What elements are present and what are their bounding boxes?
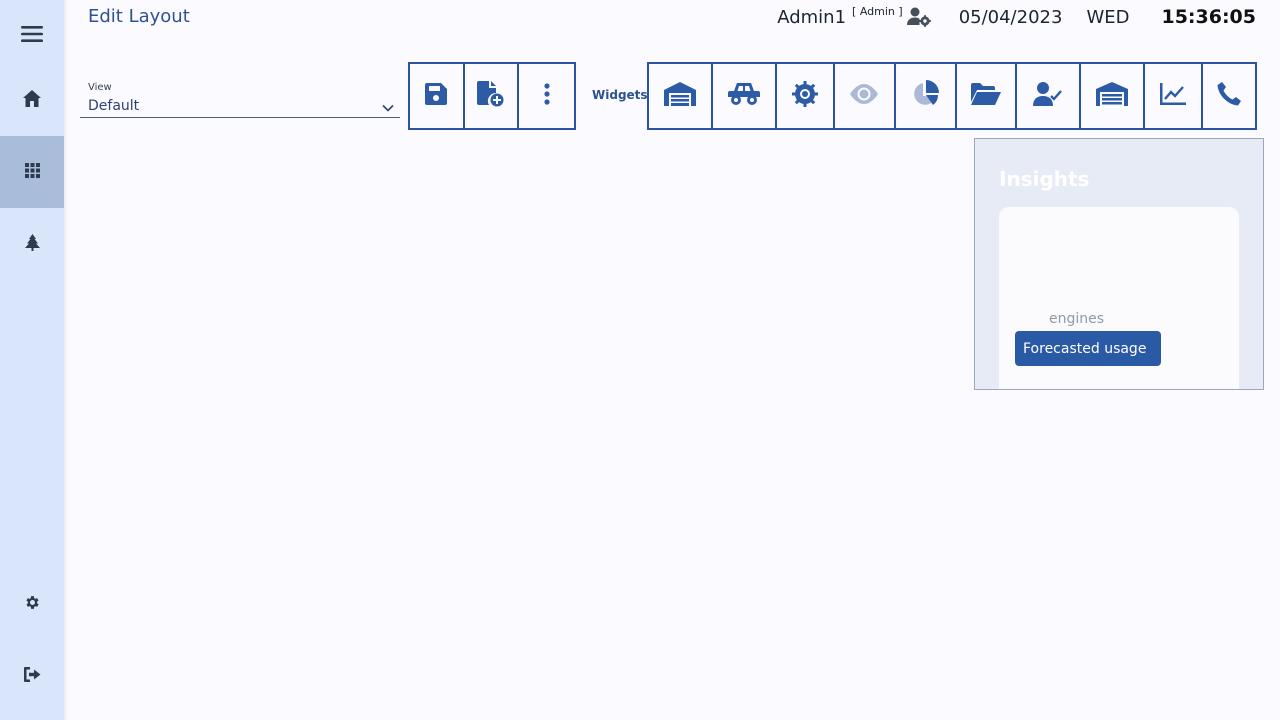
- warehouse-icon: [1096, 82, 1129, 110]
- insights-card: engines Forecasted usage: [999, 207, 1239, 389]
- menu-button[interactable]: [0, 0, 64, 72]
- forecasted-usage-button[interactable]: Forecasted usage: [1015, 331, 1161, 366]
- phone-icon: [1217, 82, 1242, 110]
- chevron-down-icon: [382, 97, 394, 116]
- current-time: 15:36:05: [1161, 6, 1256, 28]
- save-icon: [425, 83, 448, 109]
- sidebar-shadow: [64, 0, 68, 720]
- widget-view-button[interactable]: [835, 64, 896, 128]
- folder-open-icon: [970, 83, 1001, 109]
- home-icon: [23, 89, 41, 111]
- current-weekday: WED: [1086, 6, 1130, 28]
- widget-engine-button[interactable]: [777, 64, 835, 128]
- pie-chart-icon: [911, 80, 940, 112]
- widget-vehicle-button[interactable]: [713, 64, 777, 128]
- page-title: Edit Layout: [88, 6, 190, 27]
- gear-icon: [24, 594, 41, 615]
- sidebar-item-home[interactable]: [0, 64, 64, 136]
- widget-line-chart-button[interactable]: [1145, 64, 1204, 128]
- sidebar-item-tree[interactable]: [0, 208, 64, 280]
- menu-icon: [21, 24, 43, 48]
- cog-icon: [791, 81, 818, 111]
- header-user-info: Admin1 [ Admin ] 05/04/2023 WED 15:36:05: [777, 4, 1256, 30]
- sidebar-item-logout[interactable]: [0, 640, 64, 712]
- tree-icon: [24, 233, 40, 255]
- layout-actions-toolbar: [408, 62, 576, 130]
- view-select-value: Default: [88, 98, 140, 114]
- widgets-label: Widgets: [592, 88, 648, 102]
- widget-phone-button[interactable]: [1203, 64, 1255, 128]
- sidebar-item-settings[interactable]: [0, 568, 64, 640]
- engines-label: engines: [1049, 311, 1105, 327]
- insights-widget-preview[interactable]: Insights engines Forecasted usage: [974, 138, 1264, 390]
- sidebar-item-layouts[interactable]: [0, 136, 64, 208]
- widget-hangar-button[interactable]: [649, 64, 713, 128]
- hangar-icon: [663, 82, 696, 110]
- user-name: Admin1: [777, 6, 847, 28]
- grid-icon: [24, 162, 40, 182]
- current-date: 05/04/2023: [958, 6, 1063, 28]
- user-role: [ Admin ]: [852, 4, 903, 18]
- logout-icon: [23, 666, 41, 686]
- widget-warehouse-button[interactable]: [1081, 64, 1146, 128]
- widget-user-check-button[interactable]: [1017, 64, 1082, 128]
- user-gear-icon[interactable]: [906, 6, 933, 28]
- insights-title: Insights: [999, 167, 1090, 191]
- user-check-icon: [1033, 82, 1063, 110]
- widget-folder-button[interactable]: [957, 64, 1018, 128]
- view-select[interactable]: View Default: [80, 80, 400, 118]
- save-button[interactable]: [410, 64, 465, 128]
- line-chart-icon: [1160, 83, 1187, 109]
- more-options-button[interactable]: [519, 64, 574, 128]
- view-select-label: View: [88, 82, 112, 93]
- eye-icon: [850, 84, 879, 108]
- widget-pie-chart-button[interactable]: [896, 64, 957, 128]
- add-file-icon: [477, 81, 505, 111]
- widgets-toolbar: [647, 62, 1257, 130]
- sidebar: [0, 0, 64, 720]
- new-layout-button[interactable]: [465, 64, 520, 128]
- vehicle-icon: [727, 82, 760, 110]
- more-vertical-icon: [544, 83, 550, 109]
